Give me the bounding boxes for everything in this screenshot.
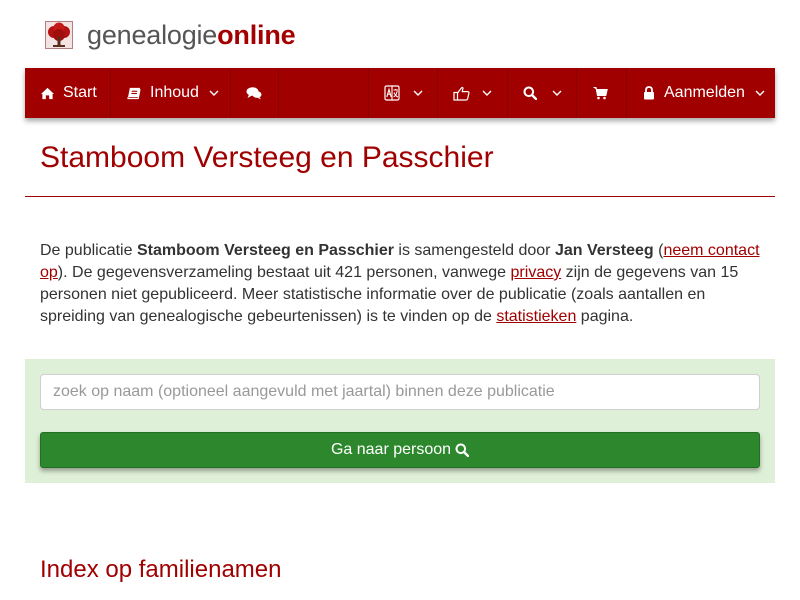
lock-icon [644, 86, 654, 100]
title-divider [25, 196, 775, 197]
privacy-link[interactable]: privacy [511, 264, 562, 281]
person-search-panel: Ga naar persoon [25, 359, 775, 483]
thumbs-up-icon [453, 86, 470, 101]
site-name-part1: genealogie [87, 20, 218, 50]
go-to-person-label: Ga naar persoon [330, 441, 452, 458]
person-search-input[interactable] [40, 374, 760, 410]
intro-text: De publicatie [40, 242, 137, 259]
surname-index-heading: Index op familienamen [40, 556, 282, 583]
language-icon [384, 85, 400, 101]
intro-text: pagina. [576, 308, 634, 325]
nav-login-label: Aanmelden [664, 84, 745, 101]
chevron-down-icon [755, 90, 765, 96]
statistics-link[interactable]: statistieken [496, 308, 576, 325]
book-icon [127, 87, 141, 99]
nav-start-label: Start [63, 84, 97, 101]
comments-icon [246, 87, 262, 100]
nav-divider [110, 68, 111, 118]
search-icon [523, 86, 537, 100]
search-icon [455, 443, 470, 457]
nav-forum[interactable] [246, 68, 262, 118]
nav-divider [507, 68, 508, 118]
nav-login[interactable]: Aanmelden [643, 68, 765, 118]
site-name: genealogieonline [87, 20, 296, 50]
nav-search[interactable] [523, 68, 562, 118]
nav-shop[interactable] [593, 68, 608, 118]
page-title: Stamboom Versteeg en Passchier [40, 141, 494, 174]
chevron-down-icon [482, 90, 492, 96]
nav-divider [626, 68, 627, 118]
chevron-down-icon [413, 90, 423, 96]
intro-text: ). De gegevensverzameling bestaat uit 42… [57, 264, 511, 281]
author-name: Jan Versteeg [554, 242, 654, 259]
site-name-part2: online [217, 20, 296, 50]
nav-inhoud-label: Inhoud [150, 84, 199, 101]
nav-divider [437, 68, 438, 118]
shopping-cart-icon [593, 86, 608, 100]
nav-divider [368, 68, 369, 118]
main-navbar: Start Inhoud Aanmelden [25, 68, 775, 118]
nav-language[interactable] [384, 68, 423, 118]
nav-social[interactable] [453, 68, 492, 118]
tree-logo-icon [45, 21, 73, 49]
nav-divider [576, 68, 577, 118]
publication-name: Stamboom Versteeg en Passchier [136, 242, 394, 259]
nav-divider [278, 68, 279, 118]
home-icon [41, 87, 54, 99]
chevron-down-icon [209, 90, 219, 96]
publication-description: De publicatie Stamboom Versteeg en Passc… [40, 240, 765, 328]
intro-text: is samengesteld door [393, 242, 555, 259]
chevron-down-icon [552, 90, 562, 96]
site-brand[interactable]: genealogieonline [45, 20, 296, 50]
nav-start[interactable]: Start [40, 68, 97, 118]
nav-divider [230, 68, 231, 118]
go-to-person-button[interactable]: Ga naar persoon [40, 432, 760, 468]
nav-inhoud[interactable]: Inhoud [127, 68, 219, 118]
